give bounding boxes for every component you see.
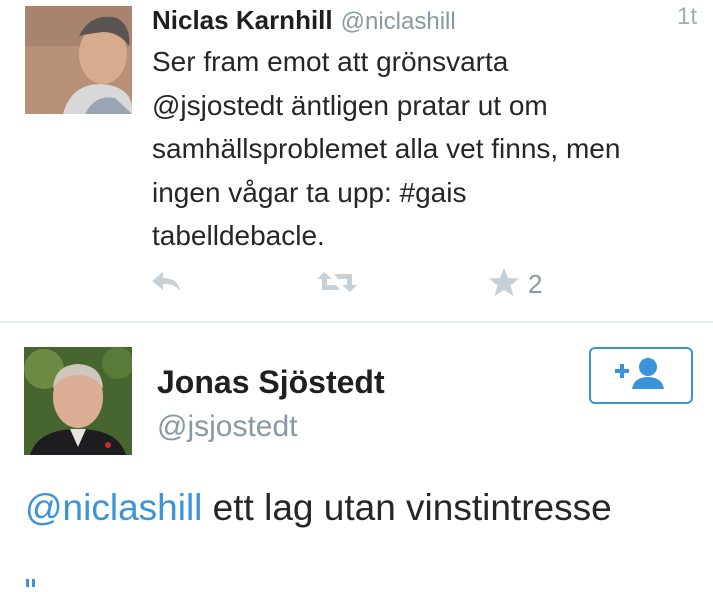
profile-handle[interactable]: @jsjostedt [157,408,298,446]
retweet-button[interactable] [316,266,358,302]
reply-button[interactable] [150,266,182,302]
tweet-author-line: Niclas Karnhill @niclashill [152,4,456,38]
avatar-jonas-sjostedt[interactable] [24,347,132,455]
retweet-icon [316,268,358,301]
reply-mention-link[interactable]: @niclashill [25,487,202,528]
reply-text: @niclashill ett lag utan vinstintresse [25,484,612,532]
profile-name[interactable]: Jonas Sjöstedt [157,362,385,402]
favorite-button[interactable]: 2 [488,266,542,302]
favorite-count: 2 [528,269,543,299]
avatar-niclas-karnhill[interactable] [25,6,132,114]
tweet-author-handle[interactable]: @niclashill [341,8,456,35]
star-icon [488,267,520,302]
more-content-indicator [25,574,37,587]
tweet-author-name[interactable]: Niclas Karnhill [152,5,333,35]
tweet-timestamp: 1t [676,3,697,30]
divider [0,321,713,323]
tweet-text: Ser fram emot att grönsvarta @jsjostedt … [152,46,621,251]
reply-body: ett lag utan vinstintresse [202,487,612,528]
follow-button[interactable] [589,347,693,404]
add-user-icon [613,356,669,395]
reply-icon [150,269,182,300]
